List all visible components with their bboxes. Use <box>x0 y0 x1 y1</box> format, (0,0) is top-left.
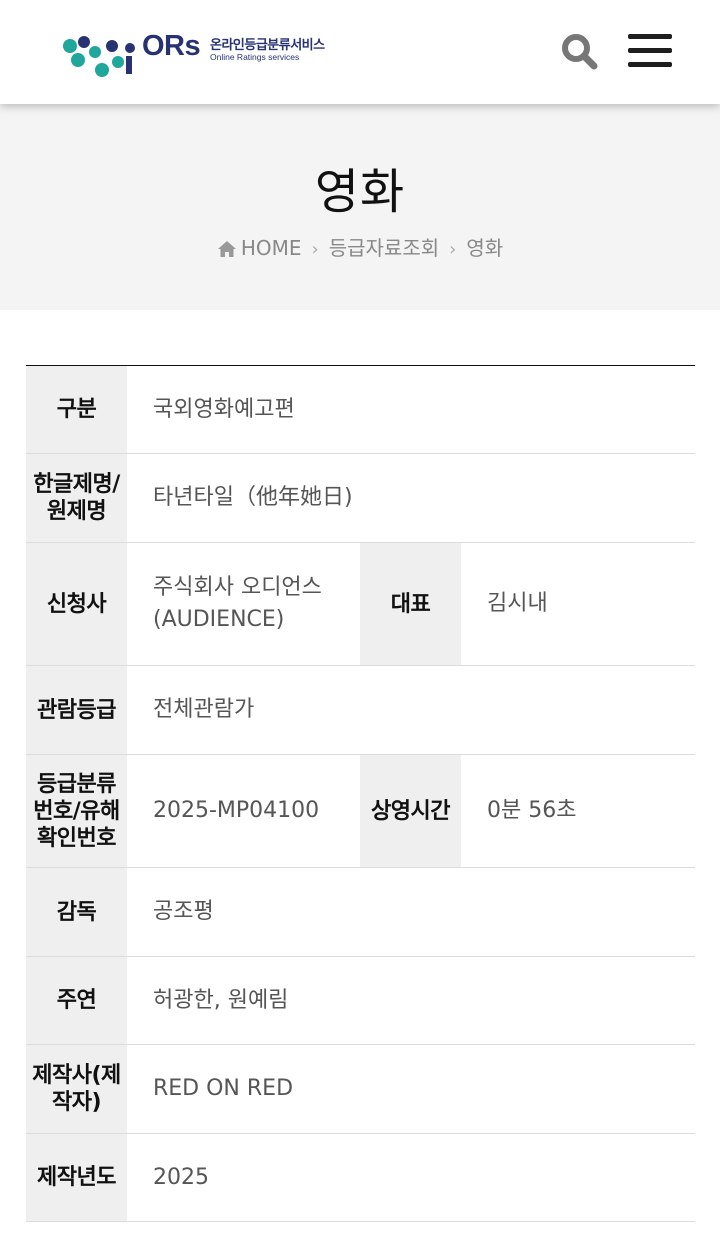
rating-label: 관람등급 <box>26 665 127 755</box>
page-title: 영화 <box>314 164 406 220</box>
cast-label: 주연 <box>26 956 127 1045</box>
detail-row-title: 한글제명/원제명 타년타일（他年她日) <box>26 453 695 543</box>
breadcrumb-home-link[interactable]: HOME <box>241 236 302 260</box>
title-value: 타년타일（他年她日) <box>153 485 353 510</box>
representative-label: 대표 <box>360 542 461 666</box>
detail-row-year: 제작년도 2025 <box>26 1133 695 1222</box>
chevron-right-icon: › <box>449 239 457 260</box>
hamburger-menu-icon-bar <box>628 48 672 53</box>
hamburger-menu-button[interactable] <box>628 34 672 70</box>
logo-ors-text: ORs <box>142 30 201 62</box>
producer-label: 제작사(제작자) <box>26 1044 127 1134</box>
logo-korean-text: 온라인등급분류서비스 <box>210 38 325 53</box>
category-label: 구분 <box>26 365 127 454</box>
detail-row-category: 구분 국외영화예고편 <box>26 365 695 454</box>
page-banner: 영화 HOME › 등급자료조회 › 영화 <box>0 104 720 310</box>
breadcrumb-current[interactable]: 영화 <box>466 236 503 260</box>
hamburger-menu-icon <box>628 34 672 39</box>
detail-row-applicant: 신청사 주식회사 오디언스 (AUDIENCE) 대표 김시내 <box>26 542 695 666</box>
title-label: 한글제명/원제명 <box>26 453 127 543</box>
cast-value: 허광한, 원예림 <box>153 987 289 1013</box>
year-label: 제작년도 <box>26 1133 127 1222</box>
rating-number-value: 2025-MP04100 <box>153 798 320 823</box>
home-icon <box>217 241 236 257</box>
detail-row-cast: 주연 허광한, 원예림 <box>26 956 695 1045</box>
rating-detail-table: 구분 국외영화예고편 한글제명/원제명 타년타일（他年她日) 신청사 주식회사 … <box>26 365 695 1222</box>
detail-row-producer: 제작사(제작자) RED ON RED <box>26 1044 695 1134</box>
site-logo[interactable]: ORs 온라인등급분류서비스 Online Ratings services <box>62 28 332 80</box>
director-label: 감독 <box>26 867 127 957</box>
category-value: 국외영화예고편 <box>153 396 295 422</box>
logo-english-text: Online Ratings services <box>210 52 300 62</box>
applicant-label: 신청사 <box>26 542 127 666</box>
director-value: 공조평 <box>153 899 214 924</box>
breadcrumb-ratings-link[interactable]: 등급자료조회 <box>329 236 439 260</box>
breadcrumb: HOME › 등급자료조회 › 영화 <box>0 232 720 261</box>
runtime-value: 0분 56초 <box>487 798 577 823</box>
chevron-right-icon: › <box>311 239 319 260</box>
logo-mark-icon <box>63 36 135 77</box>
hamburger-menu-icon-bar <box>628 62 672 67</box>
rating-number-label: 등급분류번호/유해확인번호 <box>26 754 127 868</box>
detail-row-director: 감독 공조평 <box>26 867 695 957</box>
site-header: ORs 온라인등급분류서비스 Online Ratings services <box>0 0 720 104</box>
applicant-value: 주식회사 오디언스 (AUDIENCE) <box>153 575 322 632</box>
detail-row-rating: 관람등급 전체관람가 <box>26 665 695 755</box>
representative-value: 김시내 <box>487 591 548 616</box>
search-icon <box>562 34 598 70</box>
search-button[interactable] <box>560 32 600 72</box>
detail-row-number: 등급분류번호/유해확인번호 2025-MP04100 상영시간 0분 56초 <box>26 754 695 868</box>
year-value: 2025 <box>153 1164 209 1190</box>
rating-value: 전체관람가 <box>153 697 255 722</box>
runtime-label: 상영시간 <box>360 754 461 868</box>
producer-value: RED ON RED <box>153 1076 294 1101</box>
